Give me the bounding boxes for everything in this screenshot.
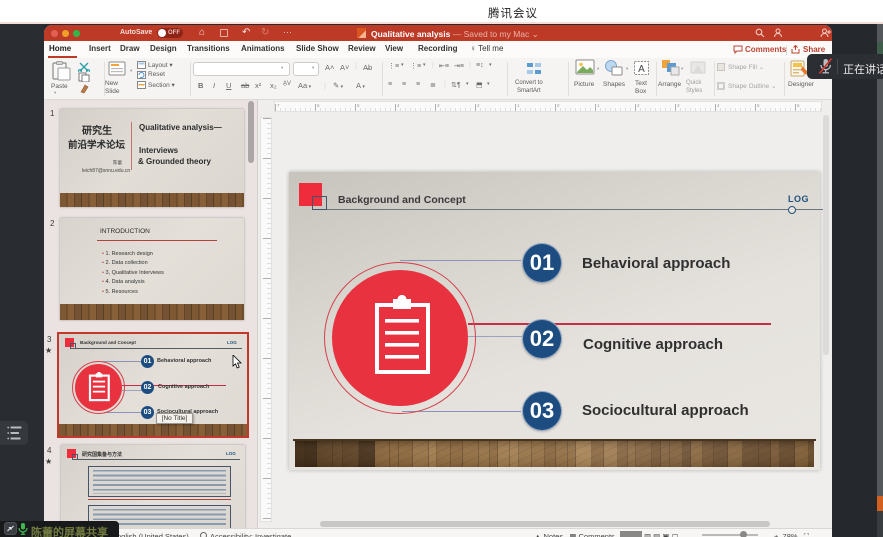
svg-text:A: A [638,64,645,75]
